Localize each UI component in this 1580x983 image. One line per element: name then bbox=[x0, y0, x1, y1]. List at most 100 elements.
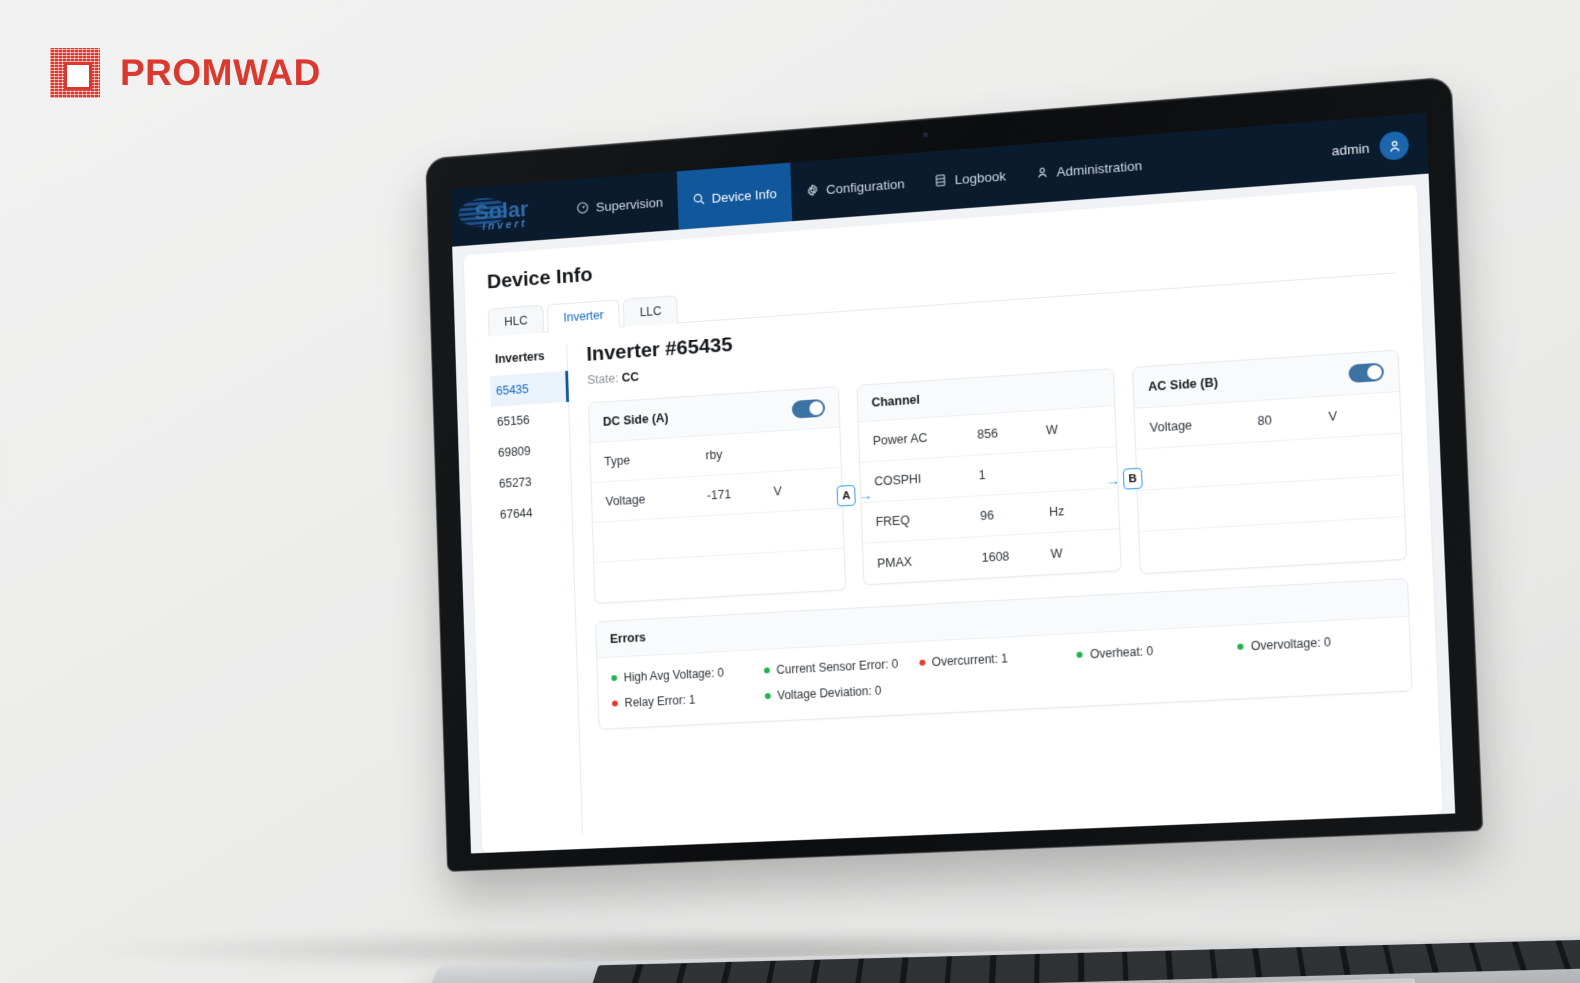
inverter-detail: Inverter #65435 State: CC DC Side (A) Ty… bbox=[567, 288, 1417, 837]
row-label: Voltage bbox=[1149, 418, 1193, 435]
row-label bbox=[1153, 504, 1261, 510]
error-item: High Avg Voltage: 0 bbox=[611, 664, 758, 685]
gear-icon bbox=[806, 183, 820, 198]
error-item: Relay Error: 1 bbox=[612, 690, 759, 711]
row-value: 1608 bbox=[981, 548, 1010, 565]
card-title: Channel bbox=[871, 392, 921, 410]
dc-side-toggle[interactable] bbox=[791, 398, 825, 419]
content-card: Device Info HLC Inverter LLC Inverters 6… bbox=[463, 184, 1443, 854]
row-label: Voltage bbox=[605, 492, 646, 509]
tab-llc[interactable]: LLC bbox=[623, 295, 679, 328]
list-item[interactable]: 65435 bbox=[489, 370, 569, 407]
error-label: Overvoltage: 0 bbox=[1250, 635, 1332, 654]
nav-label-device-info: Device Info bbox=[711, 185, 778, 206]
user-menu[interactable]: admin bbox=[1320, 113, 1428, 182]
row-value: 80 bbox=[1257, 413, 1272, 429]
card-dc-side: DC Side (A) Type rby Voltage -171 V bbox=[588, 386, 846, 604]
content-columns: Inverters 65435 65156 69809 65273 67644 … bbox=[489, 288, 1417, 840]
row-label bbox=[1155, 546, 1263, 552]
status-dot-ok bbox=[611, 675, 618, 682]
nav-label-logbook: Logbook bbox=[954, 168, 1007, 187]
error-item: Voltage Deviation: 0 bbox=[764, 682, 914, 703]
list-item[interactable]: 69809 bbox=[492, 433, 570, 469]
card-channel: Channel Power AC 856 W COSPHI 1 FREQ 96 … bbox=[856, 368, 1122, 586]
error-item-empty bbox=[920, 674, 1072, 695]
promwad-wordmark: PROMWAD bbox=[120, 52, 321, 93]
row-unit bbox=[1048, 468, 1103, 471]
list-item[interactable]: 67644 bbox=[494, 495, 572, 531]
tab-hlc[interactable]: HLC bbox=[487, 304, 545, 337]
error-item: Overheat: 0 bbox=[1076, 640, 1232, 662]
ac-side-toggle[interactable] bbox=[1348, 362, 1385, 384]
nav-item-logbook[interactable]: Logbook bbox=[918, 145, 1022, 212]
chip-icon bbox=[50, 48, 100, 98]
nav-item-device-info[interactable]: Device Info bbox=[676, 162, 793, 230]
error-label: Relay Error: 1 bbox=[624, 692, 696, 710]
row-label: PMAX bbox=[876, 554, 913, 571]
error-item: Current Sensor Error: 0 bbox=[763, 656, 914, 677]
connector-badge-a: A bbox=[836, 484, 856, 507]
error-item-empty bbox=[1238, 658, 1396, 680]
app-page: Device Info HLC Inverter LLC Inverters 6… bbox=[452, 173, 1456, 854]
row-unit: V bbox=[773, 484, 783, 499]
status-dot-ok bbox=[1237, 643, 1244, 650]
row-label: Type bbox=[604, 453, 631, 469]
card-title: DC Side (A) bbox=[602, 410, 669, 429]
row-value: 1 bbox=[978, 468, 986, 483]
row-label: COSPHI bbox=[873, 471, 922, 489]
nav-label-supervision: Supervision bbox=[595, 194, 664, 215]
nav-item-configuration[interactable]: Configuration bbox=[790, 153, 920, 222]
screen-viewport: Solar invert Supervision Device Info Con… bbox=[450, 112, 1456, 854]
row-label: Power AC bbox=[872, 430, 928, 449]
connector-a: A → bbox=[836, 484, 873, 507]
row-unit bbox=[772, 448, 826, 451]
row-unit: W bbox=[1045, 422, 1059, 438]
user-icon bbox=[1035, 165, 1049, 180]
status-dot-error bbox=[918, 659, 926, 666]
card-ac-side: AC Side (B) Voltage 80 V bbox=[1132, 349, 1408, 575]
svg-text:invert: invert bbox=[482, 218, 527, 233]
laptop-mockup: Solar invert Supervision Device Info Con… bbox=[406, 76, 1580, 983]
arrow-right-icon: → bbox=[1105, 471, 1121, 489]
row-label bbox=[608, 576, 710, 582]
webcam-icon bbox=[922, 132, 928, 138]
row-unit: W bbox=[1050, 545, 1063, 561]
row-value: rby bbox=[705, 447, 723, 463]
row-value: 856 bbox=[976, 426, 999, 442]
error-label: Overheat: 0 bbox=[1089, 644, 1154, 662]
laptop-lid: Solar invert Supervision Device Info Con… bbox=[425, 76, 1484, 872]
solar-invert-logo[interactable]: Solar invert bbox=[450, 180, 562, 246]
row-value: 96 bbox=[979, 508, 995, 524]
list-item[interactable]: 65273 bbox=[493, 464, 571, 500]
tab-inverter[interactable]: Inverter bbox=[547, 299, 621, 333]
list-item[interactable]: 65156 bbox=[491, 402, 569, 438]
book-icon bbox=[934, 173, 948, 188]
error-item: Overcurrent: 1 bbox=[918, 648, 1071, 670]
state-label: State: bbox=[587, 371, 619, 388]
arrow-right-icon: → bbox=[858, 486, 873, 503]
nav-item-supervision[interactable]: Supervision bbox=[561, 171, 678, 238]
nav-item-administration[interactable]: Administration bbox=[1020, 134, 1159, 204]
connector-b: → B bbox=[1105, 467, 1143, 491]
row-label bbox=[1151, 463, 1259, 469]
row-label: FREQ bbox=[875, 513, 911, 530]
user-avatar-icon[interactable] bbox=[1379, 130, 1410, 161]
error-label: High Avg Voltage: 0 bbox=[623, 665, 725, 685]
row-unit: V bbox=[1328, 409, 1338, 424]
row-unit: Hz bbox=[1048, 504, 1065, 520]
card-errors: Errors High Avg Voltage: 0 Current Senso… bbox=[595, 578, 1413, 730]
row-label bbox=[607, 536, 708, 542]
status-dot-ok bbox=[763, 667, 770, 674]
search-icon bbox=[691, 192, 705, 207]
status-dot-error bbox=[612, 700, 618, 707]
connector-badge-b: B bbox=[1122, 467, 1143, 490]
error-label: Overcurrent: 1 bbox=[931, 651, 1009, 670]
status-dot-ok bbox=[1076, 651, 1084, 658]
promwad-logo: PROMWAD bbox=[50, 48, 321, 98]
row-value: -171 bbox=[706, 487, 732, 503]
state-value: CC bbox=[621, 369, 640, 385]
error-item: Overvoltage: 0 bbox=[1237, 632, 1395, 654]
nav-label-administration: Administration bbox=[1056, 157, 1143, 180]
nav-label-configuration: Configuration bbox=[825, 175, 905, 197]
